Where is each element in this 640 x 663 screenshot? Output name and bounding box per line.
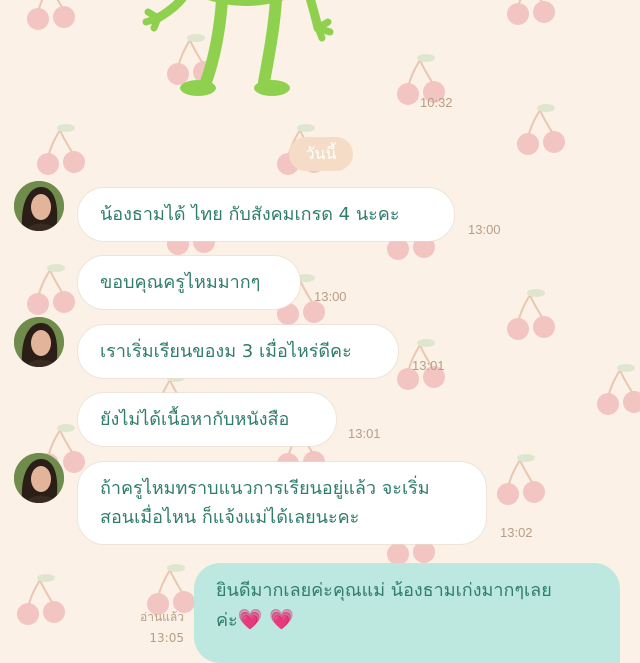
- avatar-photo-icon: [14, 453, 64, 503]
- outgoing-message-bubble[interactable]: ยินดีมากเลยค่ะคุณแม่ น้องธามเก่งมากๆเลย …: [194, 563, 620, 663]
- message-timestamp: 13:01: [348, 426, 381, 441]
- sender-avatar[interactable]: [14, 453, 64, 503]
- message-line: ค่ะ💗 💗: [216, 607, 294, 631]
- frog-sticker[interactable]: [140, 0, 360, 110]
- message-bubble[interactable]: น้องธามได้ ไทย กับสังคมเกรด 4 นะคะ: [78, 188, 454, 241]
- sender-avatar[interactable]: [14, 181, 64, 231]
- message-line: ถ้าครูไหมทราบแนวการเรียนอยู่แล้ว จะเริ่ม: [100, 478, 430, 499]
- message-line: สอนเมื่อไหน ก็แจ้งแม่ได้เลยนะคะ: [100, 507, 360, 528]
- read-receipt: อ่านแล้ว 13:05: [140, 608, 184, 645]
- message-line: ยินดีมากเลยค่ะคุณแม่ น้องธามเก่งมากๆเลย: [216, 580, 552, 601]
- avatar-photo-icon: [14, 317, 64, 367]
- read-label: อ่านแล้ว: [140, 610, 184, 624]
- sticker-timestamp: 10:32: [420, 95, 453, 110]
- chat-area[interactable]: 10:32 วันนี้ น้องธามได้ ไทย กับสังคมเกรด…: [0, 0, 640, 663]
- sender-avatar[interactable]: [14, 317, 64, 367]
- message-timestamp: 13:00: [468, 222, 501, 237]
- avatar-photo-icon: [14, 181, 64, 231]
- heart-icon: 💗 💗: [237, 607, 294, 631]
- message-bubble[interactable]: ยังไม่ได้เนื้อหากับหนังสือ: [78, 393, 336, 446]
- message-timestamp: 13:02: [500, 525, 533, 540]
- message-timestamp: 13:00: [314, 289, 347, 304]
- message-bubble[interactable]: ถ้าครูไหมทราบแนวการเรียนอยู่แล้ว จะเริ่ม…: [78, 462, 486, 544]
- message-timestamp: 13:01: [412, 358, 445, 373]
- date-divider: วันนี้: [289, 137, 353, 171]
- outgoing-timestamp: 13:05: [149, 631, 184, 645]
- message-bubble[interactable]: เราเริ่มเรียนของม 3 เมื่อไหร่ดีคะ: [78, 325, 398, 378]
- message-bubble[interactable]: ขอบคุณครูไหมมากๆ: [78, 256, 300, 309]
